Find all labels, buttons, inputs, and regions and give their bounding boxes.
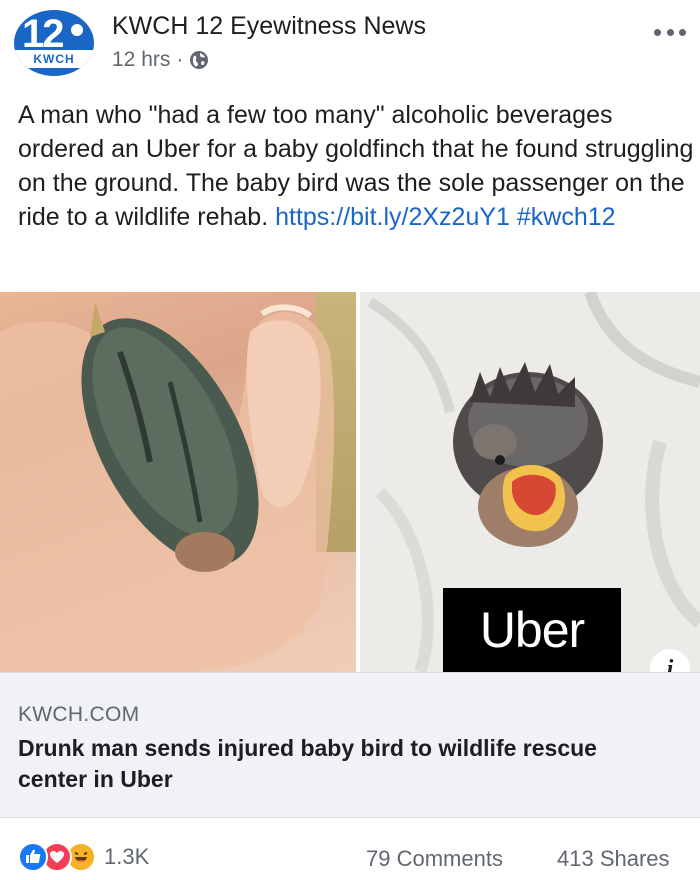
page-name-link[interactable]: KWCH 12 Eyewitness News bbox=[112, 12, 426, 41]
meta-separator: · bbox=[176, 48, 184, 71]
reactions-summary[interactable]: 1.3K bbox=[18, 842, 149, 872]
more-options-icon[interactable] bbox=[654, 26, 686, 38]
uber-logo: Uber bbox=[443, 588, 621, 672]
link-domain: KWCH.COM bbox=[18, 703, 140, 726]
more-dot bbox=[666, 28, 674, 36]
post-meta: 12 hrs · bbox=[112, 48, 209, 72]
avatar-band: KWCH bbox=[14, 50, 94, 68]
bird-in-hand-illustration bbox=[0, 302, 335, 672]
caption-link[interactable]: https://bit.ly/2Xz2uY1 bbox=[275, 203, 510, 231]
shares-count[interactable]: 413 Shares bbox=[557, 846, 670, 872]
like-reaction-icon bbox=[18, 842, 48, 872]
avatar-dot bbox=[71, 24, 83, 36]
link-preview[interactable]: KWCH.COM Drunk man sends injured baby bi… bbox=[0, 672, 700, 818]
post-footer: 1.3K 79 Comments 413 Shares bbox=[0, 818, 700, 880]
more-dot bbox=[679, 28, 686, 36]
comments-count[interactable]: 79 Comments bbox=[366, 846, 503, 872]
caption-hashtag[interactable]: #kwch12 bbox=[517, 203, 616, 231]
globe-icon bbox=[189, 50, 209, 70]
post-caption: A man who "had a few too many" alcoholic… bbox=[18, 98, 694, 234]
more-dot bbox=[654, 28, 661, 36]
photo-bird-in-hand[interactable] bbox=[0, 292, 356, 672]
post-header: 12 KWCH KWCH 12 Eyewitness News 12 hrs · bbox=[0, 0, 700, 88]
reactions-count: 1.3K bbox=[104, 844, 150, 869]
link-title[interactable]: Drunk man sends injured baby bird to wil… bbox=[18, 733, 658, 795]
post-time[interactable]: 12 hrs bbox=[112, 48, 170, 72]
page-avatar[interactable]: 12 KWCH bbox=[14, 10, 94, 76]
